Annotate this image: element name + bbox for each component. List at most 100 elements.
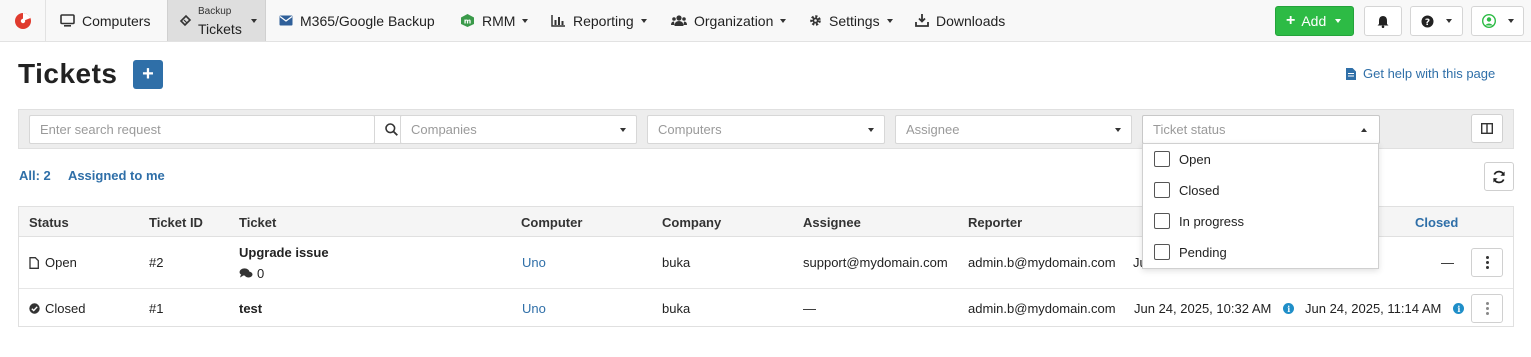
nav-computers[interactable]: Computers	[60, 0, 150, 41]
company-cell: buka	[662, 255, 691, 270]
columns-toggle-button[interactable]	[1471, 114, 1503, 143]
nav-m365-label: M365/Google Backup	[300, 12, 435, 29]
status-text: Closed	[45, 301, 86, 316]
plus-icon: +	[1286, 12, 1296, 29]
chevron-down-icon	[886, 18, 893, 23]
assignee-select[interactable]: Assignee	[895, 115, 1132, 144]
companies-select[interactable]: Companies	[400, 115, 637, 144]
ticket-icon	[179, 14, 192, 27]
chevron-down-icon	[251, 19, 257, 23]
computers-placeholder: Computers	[658, 122, 722, 137]
download-icon	[915, 14, 929, 27]
column-ticket[interactable]: Ticket	[239, 215, 276, 230]
ticket-title-link[interactable]: test	[239, 301, 262, 316]
logo-icon	[14, 12, 31, 29]
chevron-down-icon	[868, 128, 874, 132]
plus-icon: +	[142, 63, 154, 85]
question-icon: ?	[1421, 15, 1434, 28]
refresh-icon	[1493, 170, 1505, 183]
column-assignee[interactable]: Assignee	[803, 215, 861, 230]
status-option-pending[interactable]: Pending	[1154, 244, 1227, 260]
nav-backup-tickets[interactable]: Backup Tickets	[167, 0, 266, 41]
ticket-title-link[interactable]: Upgrade issue	[239, 245, 329, 260]
ticket-counts: All: 2 Assigned to me	[19, 168, 179, 183]
help-button[interactable]: ?	[1410, 6, 1463, 36]
info-icon[interactable]: i	[1283, 303, 1295, 314]
status-option-in-progress[interactable]: In progress	[1154, 213, 1244, 229]
column-ticket-id[interactable]: Ticket ID	[149, 215, 203, 230]
column-closed[interactable]: Closed	[1415, 215, 1458, 230]
checkbox[interactable]	[1154, 213, 1170, 229]
users-icon	[671, 15, 687, 26]
nav-rmm[interactable]: m RMM	[460, 0, 529, 41]
computer-link[interactable]: Uno	[522, 301, 546, 316]
svg-text:?: ?	[1425, 18, 1430, 28]
company-cell: buka	[662, 301, 691, 316]
status-cell: Open	[29, 255, 77, 270]
add-button[interactable]: + Add	[1275, 6, 1354, 36]
nav-reporting-label: Reporting	[573, 12, 634, 29]
check-circle-icon	[29, 303, 40, 314]
column-company[interactable]: Company	[662, 215, 721, 230]
nav-m365-backup[interactable]: M365/Google Backup	[279, 0, 435, 41]
status-option-closed[interactable]: Closed	[1154, 182, 1219, 198]
nav-reporting[interactable]: Reporting	[551, 0, 647, 41]
search-input[interactable]: Enter search request	[29, 115, 375, 144]
status-placeholder: Ticket status	[1153, 122, 1226, 137]
nav-settings[interactable]: Settings	[809, 0, 893, 41]
column-computer[interactable]: Computer	[521, 215, 582, 230]
row-actions-button[interactable]	[1471, 248, 1503, 277]
comments-icon	[239, 268, 253, 278]
option-label: Open	[1179, 151, 1211, 167]
nav-backup-label: Backup	[198, 6, 232, 17]
status-option-open[interactable]: Open	[1154, 151, 1211, 167]
chevron-up-icon	[1361, 128, 1367, 132]
nav-organization[interactable]: Organization	[671, 0, 787, 41]
reporter-cell: admin.b@mydomain.com	[968, 301, 1116, 316]
chevron-down-icon	[640, 18, 647, 23]
nav-settings-label: Settings	[829, 12, 880, 29]
column-status[interactable]: Status	[29, 215, 69, 230]
top-navbar: Computers Backup Tickets M365/Google Bac…	[0, 0, 1531, 42]
nav-downloads[interactable]: Downloads	[915, 0, 1005, 41]
comments-count: 0	[239, 266, 264, 281]
column-reporter[interactable]: Reporter	[968, 215, 1022, 230]
checkbox[interactable]	[1154, 151, 1170, 167]
option-label: In progress	[1179, 213, 1245, 229]
table-row[interactable]: Closed #1 test Uno buka — admin.b@mydoma…	[19, 290, 1513, 327]
help-link[interactable]: Get help with this page	[1346, 66, 1495, 81]
app-logo[interactable]	[0, 0, 46, 41]
created-cell: Jun 24, 2025, 10:32 AM i	[1134, 301, 1295, 316]
svg-text:m: m	[464, 18, 471, 26]
nav-rmm-label: RMM	[482, 12, 516, 29]
row-actions-button[interactable]	[1471, 294, 1503, 323]
document-icon	[1346, 67, 1356, 80]
chevron-down-icon	[1507, 19, 1514, 23]
ticket-id-cell: #1	[149, 301, 164, 316]
computers-select[interactable]: Computers	[647, 115, 885, 144]
chevron-down-icon	[522, 18, 529, 23]
user-menu-button[interactable]	[1471, 6, 1524, 36]
nav-downloads-label: Downloads	[936, 12, 1006, 29]
checkbox[interactable]	[1154, 182, 1170, 198]
refresh-button[interactable]	[1484, 162, 1514, 191]
help-link-label: Get help with this page	[1363, 66, 1496, 81]
ticket-id-cell: #2	[149, 255, 164, 270]
search-icon	[385, 123, 398, 136]
assigned-to-me-link[interactable]: Assigned to me	[68, 168, 165, 183]
status-cell: Closed	[29, 301, 85, 316]
checkbox[interactable]	[1154, 244, 1170, 260]
new-ticket-button[interactable]: +	[133, 60, 163, 89]
notifications-button[interactable]	[1364, 6, 1402, 36]
search-placeholder: Enter search request	[40, 122, 161, 137]
info-icon[interactable]: i	[1453, 303, 1465, 314]
closed-cell: Jun 24, 2025, 11:14 AM i	[1305, 301, 1465, 316]
nav-organization-label: Organization	[694, 12, 774, 29]
all-count-link[interactable]: All: 2	[19, 168, 51, 183]
user-avatar-icon	[1481, 14, 1496, 28]
envelope-icon	[279, 15, 293, 26]
chevron-down-icon	[1335, 19, 1342, 23]
ticket-status-select[interactable]: Ticket status	[1142, 115, 1380, 144]
computer-link[interactable]: Uno	[522, 255, 546, 270]
closed-date: Jun 24, 2025, 11:14 AM	[1305, 301, 1442, 316]
